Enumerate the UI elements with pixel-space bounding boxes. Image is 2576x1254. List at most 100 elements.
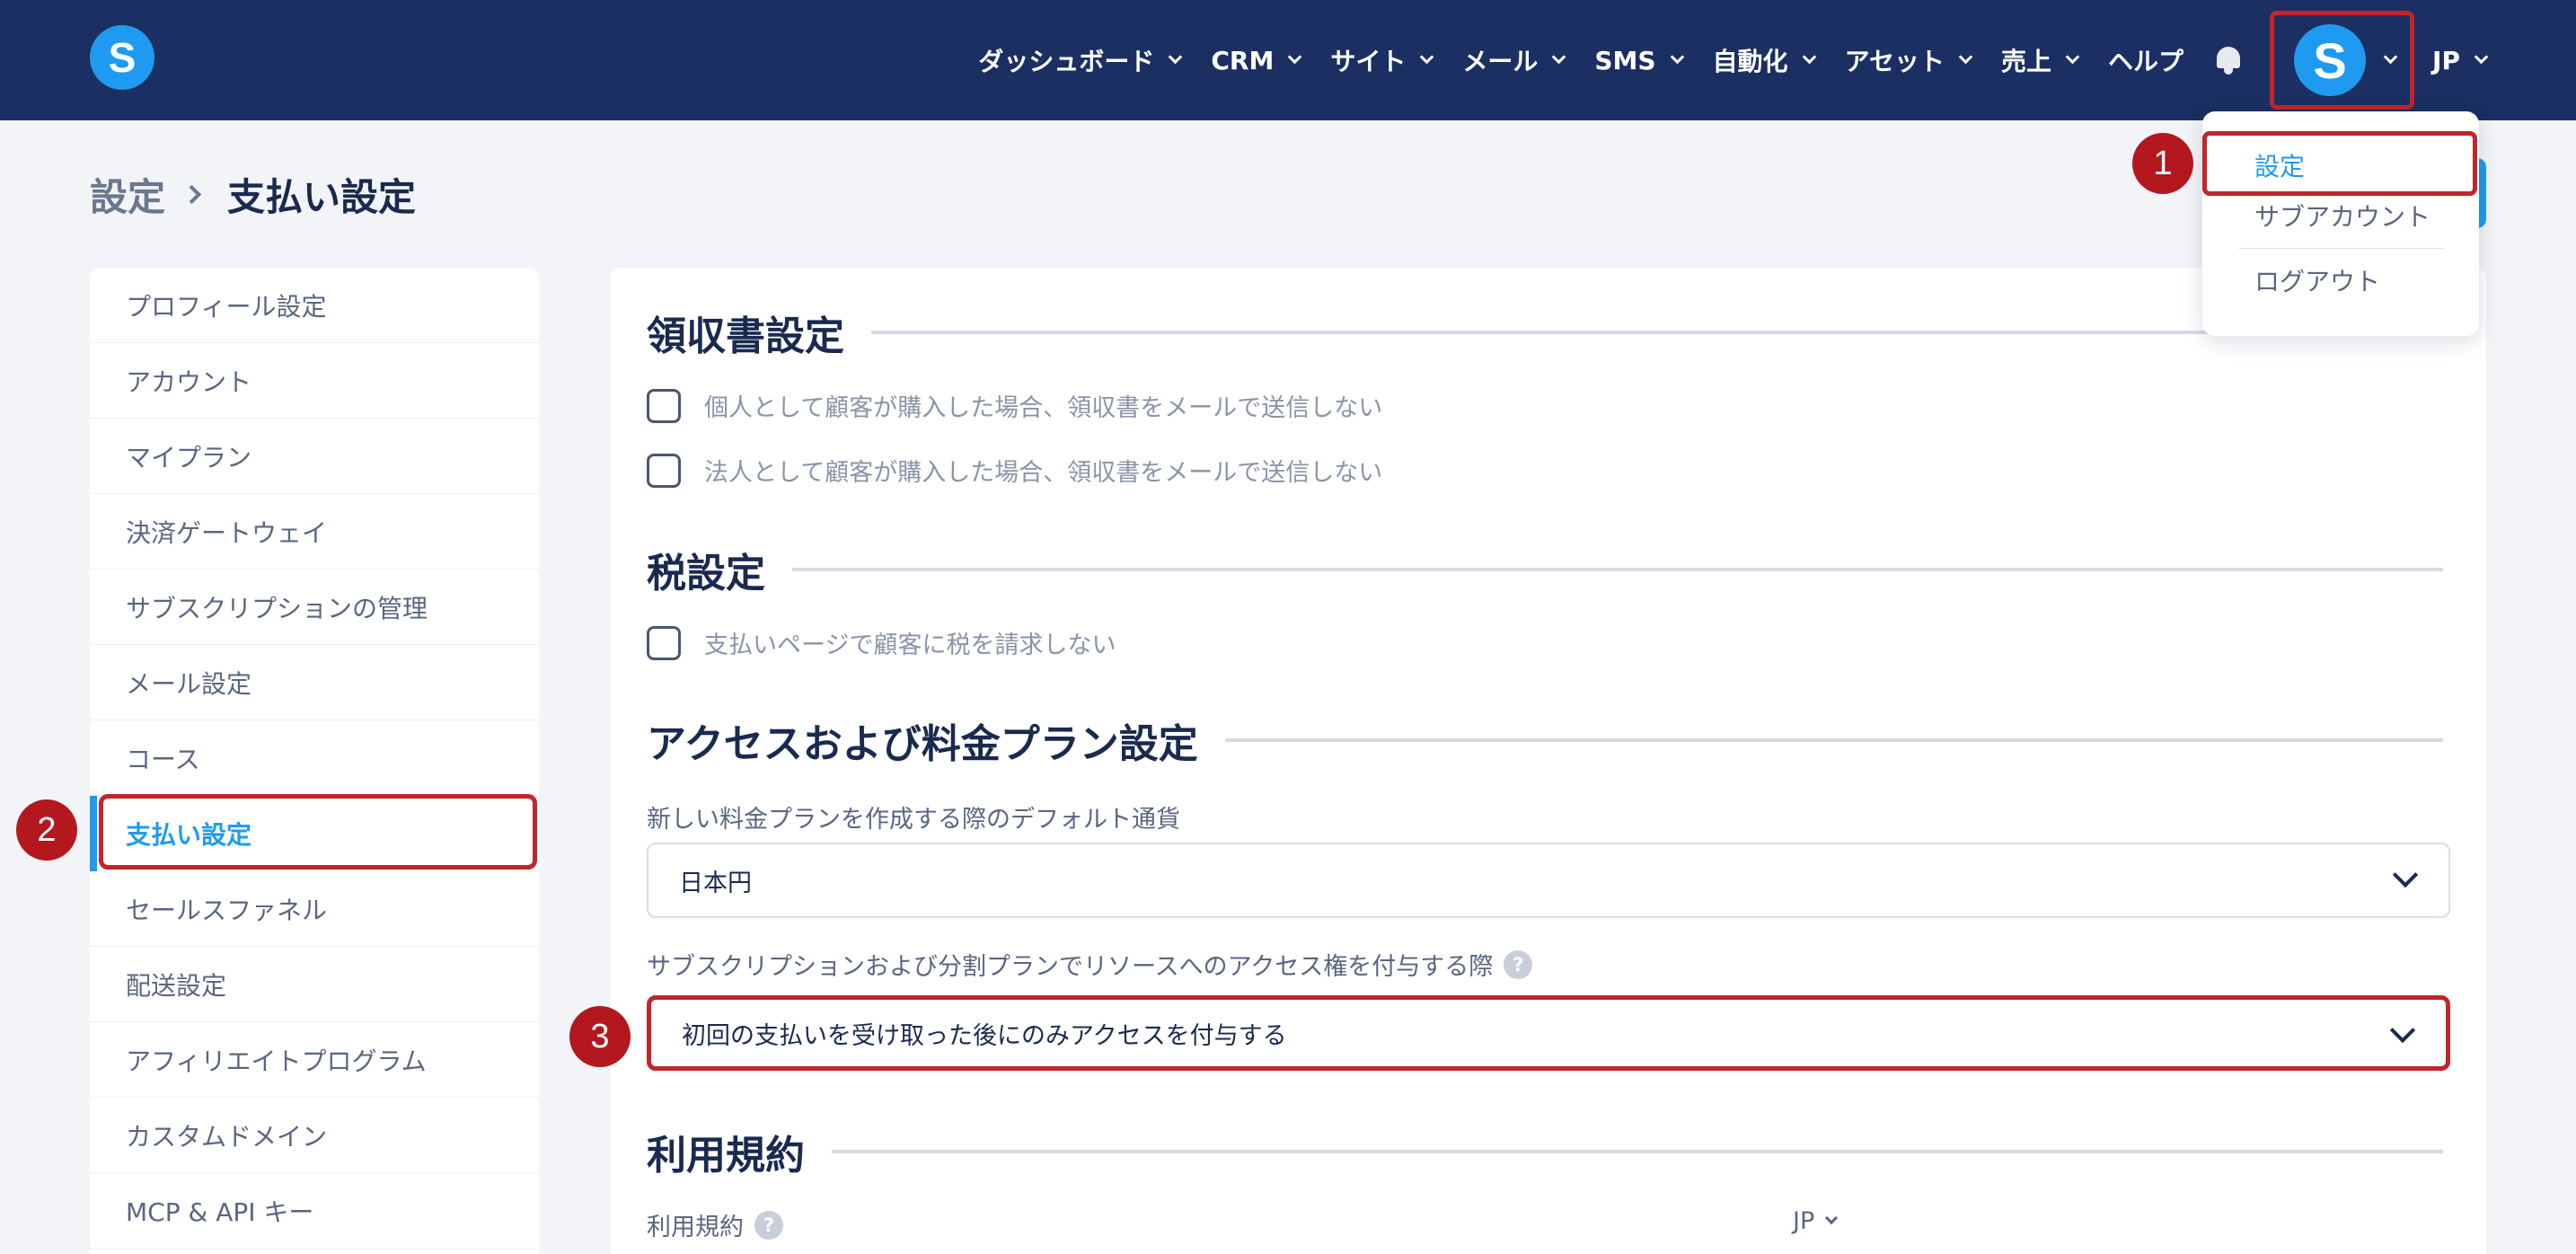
- nav-mail[interactable]: メール: [1462, 42, 1566, 78]
- receipt-corporate-checkbox[interactable]: [647, 453, 681, 488]
- nav-sms[interactable]: SMS: [1594, 45, 1684, 75]
- receipt-settings-title: 領収書設定: [647, 314, 844, 359]
- nav-automation-label: 自動化: [1712, 47, 1788, 76]
- divider: [792, 568, 2443, 571]
- language-selector[interactable]: JP: [2432, 45, 2489, 75]
- terms-language-label: JP: [1793, 1207, 1815, 1235]
- payment-settings-panel: 領収書設定 個人として顧客が購入した場合、領収書をメールで送信しない 法人として…: [611, 268, 2486, 1254]
- chevron-down-icon: [1670, 49, 1684, 64]
- chevron-down-icon: [1552, 49, 1566, 64]
- chevron-down-icon: [1958, 49, 1973, 64]
- tax-settings-heading: 税設定: [647, 541, 2443, 598]
- bell-icon-clapper: [2224, 68, 2234, 75]
- chevron-down-icon: [1288, 49, 1302, 64]
- tax-settings-title: 税設定: [647, 551, 765, 596]
- access-grant-label: サブスクリプションおよび分割プランでリソースへのアクセス権を付与する際 ?: [647, 947, 1533, 982]
- avatar: S: [2294, 24, 2367, 96]
- help-icon[interactable]: ?: [1504, 949, 1533, 979]
- nav-help[interactable]: ヘルプ: [2108, 42, 2183, 78]
- currency-label: 新しい料金プランを作成する際のデフォルト通貨: [647, 806, 1180, 834]
- menu-item-sub-account[interactable]: サブアカウント: [2254, 198, 2430, 234]
- breadcrumb: 設定 支払い設定: [90, 167, 416, 222]
- receipt-individual-checkbox[interactable]: [647, 388, 681, 423]
- chevron-down-icon: [2392, 861, 2419, 888]
- nav-automation[interactable]: 自動化: [1712, 42, 1816, 78]
- sidebar-item-payment-gateway[interactable]: 決済ゲートウェイ: [90, 494, 539, 570]
- terms-label: 利用規約 ?: [647, 1207, 783, 1242]
- chevron-down-icon: [1825, 1211, 1839, 1224]
- account-menu-button[interactable]: S: [2270, 11, 2415, 110]
- nav-sales[interactable]: 売上: [2001, 42, 2080, 78]
- currency-select-value: 日本円: [679, 869, 752, 897]
- highlight-box-settings-menu: [2202, 131, 2477, 196]
- bell-icon-body: [2217, 47, 2241, 68]
- breadcrumb-parent[interactable]: 設定: [90, 167, 165, 222]
- chevron-down-icon: [2389, 1017, 2416, 1044]
- receipt-individual-option[interactable]: 個人として顧客が購入した場合、領収書をメールで送信しない: [647, 388, 1382, 423]
- nav-site[interactable]: サイト: [1330, 42, 1434, 78]
- sidebar-item-my-plan[interactable]: マイプラン: [90, 419, 539, 494]
- terms-label-text: 利用規約: [647, 1214, 744, 1241]
- sidebar-item-custom-domain[interactable]: カスタムドメイン: [90, 1098, 539, 1173]
- step-marker-1: 1: [2132, 133, 2193, 194]
- settings-sidebar: プロフィール設定 アカウント マイプラン 決済ゲートウェイ サブスクリプションの…: [90, 268, 539, 1254]
- terms-language-selector[interactable]: JP: [1793, 1207, 1839, 1235]
- terms-heading: 利用規約: [647, 1123, 2443, 1180]
- language-label: JP: [2432, 45, 2460, 75]
- step-marker-3: 3: [569, 1006, 631, 1067]
- menu-divider: [2238, 248, 2445, 249]
- currency-select[interactable]: 日本円: [647, 843, 2450, 918]
- receipt-settings-heading: 領収書設定: [647, 304, 2443, 361]
- main-nav: ダッシュボード CRM サイト メール SMS 自動化 アセット 売上 ヘルプ …: [978, 0, 2576, 120]
- access-grant-select[interactable]: 初回の支払いを受け取った後にのみアクセスを付与する: [647, 995, 2450, 1071]
- bell-icon[interactable]: [2214, 45, 2243, 75]
- receipt-corporate-label: 法人として顧客が購入した場合、領収書をメールで送信しない: [704, 459, 1383, 487]
- divider: [1224, 738, 2443, 742]
- sidebar-item-affiliate[interactable]: アフィリエイトプログラム: [90, 1022, 539, 1098]
- tax-checkbox[interactable]: [647, 625, 681, 660]
- sidebar-item-mail-settings[interactable]: メール設定: [90, 645, 539, 720]
- nav-mail-label: メール: [1462, 47, 1539, 76]
- chevron-down-icon: [1802, 49, 1816, 64]
- access-settings-heading: アクセスおよび料金プラン設定: [647, 711, 2443, 769]
- access-grant-label-text: サブスクリプションおよび分割プランでリソースへのアクセス権を付与する際: [647, 953, 1494, 981]
- receipt-corporate-option[interactable]: 法人として顧客が購入した場合、領収書をメールで送信しない: [647, 453, 1382, 488]
- top-navigation-bar: S ダッシュボード CRM サイト メール SMS 自動化 アセット 売上 ヘル…: [0, 0, 2576, 120]
- receipt-individual-label: 個人として顧客が購入した場合、領収書をメールで送信しない: [704, 394, 1383, 422]
- nav-sales-label: 売上: [2001, 47, 2052, 76]
- nav-sms-label: SMS: [1594, 45, 1656, 75]
- nav-dashboard[interactable]: ダッシュボード: [978, 42, 1183, 78]
- chevron-down-icon: [1420, 49, 1434, 64]
- divider: [832, 1150, 2443, 1153]
- nav-crm[interactable]: CRM: [1211, 45, 1302, 75]
- nav-site-label: サイト: [1330, 47, 1407, 76]
- chevron-down-icon: [2065, 49, 2080, 64]
- terms-title: 利用規約: [647, 1133, 805, 1179]
- chevron-right-icon: [181, 184, 202, 205]
- app-logo[interactable]: S: [90, 25, 154, 90]
- sidebar-item-mcp-api-keys[interactable]: MCP & API キー: [90, 1173, 539, 1249]
- tax-option[interactable]: 支払いページで顧客に税を請求しない: [647, 625, 1116, 660]
- sidebar-item-subscription-management[interactable]: サブスクリプションの管理: [90, 570, 539, 645]
- help-icon[interactable]: ?: [754, 1210, 783, 1240]
- sidebar-item-profile[interactable]: プロフィール設定: [90, 268, 539, 343]
- sidebar-item-account[interactable]: アカウント: [90, 343, 539, 419]
- menu-item-logout[interactable]: ログアウト: [2254, 262, 2380, 298]
- nav-assets[interactable]: アセット: [1844, 42, 1973, 78]
- access-settings-title: アクセスおよび料金プラン設定: [647, 721, 1198, 767]
- nav-help-label: ヘルプ: [2108, 47, 2184, 76]
- highlight-box-payment-settings: [99, 794, 537, 870]
- chevron-down-icon: [2474, 49, 2489, 64]
- sidebar-item-shipping[interactable]: 配送設定: [90, 947, 539, 1022]
- tax-option-label: 支払いページで顧客に税を請求しない: [704, 631, 1116, 659]
- page-title: 支払い設定: [227, 175, 417, 219]
- step-marker-2: 2: [16, 799, 77, 861]
- nav-crm-label: CRM: [1211, 45, 1275, 75]
- chevron-down-icon: [2383, 49, 2398, 64]
- nav-dashboard-label: ダッシュボード: [978, 47, 1155, 76]
- chevron-down-icon: [1169, 49, 1183, 64]
- nav-assets-label: アセット: [1844, 47, 1945, 76]
- sidebar-item-courses[interactable]: コース: [90, 720, 539, 796]
- access-grant-select-value: 初回の支払いを受け取った後にのみアクセスを付与する: [682, 1021, 1287, 1050]
- sidebar-item-sales-funnel[interactable]: セールスファネル: [90, 871, 539, 947]
